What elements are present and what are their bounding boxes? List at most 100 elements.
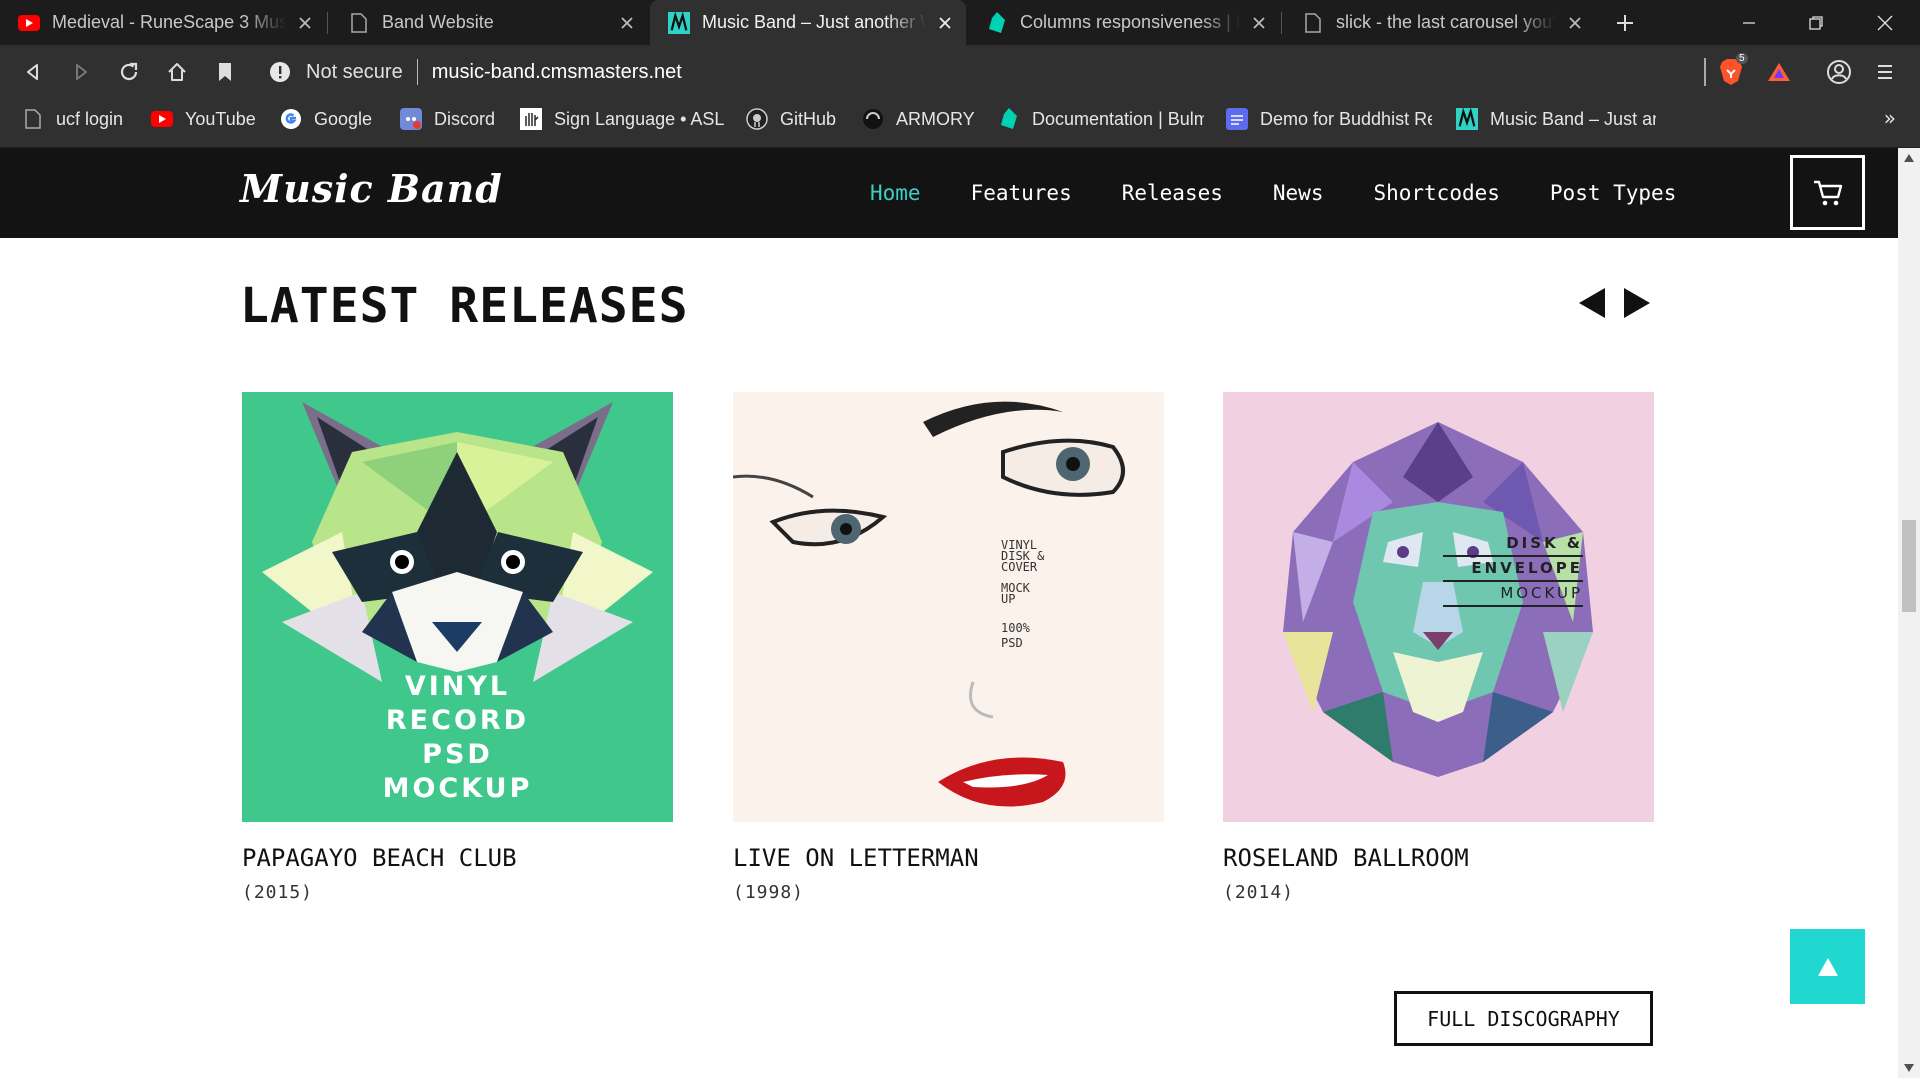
- tab-title: slick - the last carousel you'll ever ne…: [1336, 12, 1556, 32]
- browser-toolbar: Not secure music-band.cmsmasters.net 5: [0, 45, 1920, 98]
- full-discography-button[interactable]: FULL DISCOGRAPHY: [1394, 991, 1653, 1046]
- bookmark-button[interactable]: [208, 55, 242, 89]
- tab-medieval-runescape[interactable]: Medieval - RuneScape 3 Music: [0, 0, 326, 45]
- nav-post-types[interactable]: Post Types: [1550, 181, 1676, 205]
- release-title[interactable]: ROSELAND BALLROOM: [1223, 844, 1654, 872]
- face-illustration: [733, 401, 1125, 807]
- bookmark-label: Music Band – Just another: [1490, 108, 1656, 129]
- bookmarks-overflow-button[interactable]: »: [1884, 106, 1896, 130]
- youtube-icon: [18, 12, 40, 34]
- scroll-up-arrow-icon[interactable]: [1903, 152, 1915, 164]
- bookmark-demo-buddhist[interactable]: Demo for Buddhist Retreat: [1226, 98, 1432, 140]
- close-icon[interactable]: [1248, 12, 1270, 34]
- nav-features[interactable]: Features: [971, 181, 1072, 205]
- bulma-icon: [986, 11, 1008, 34]
- close-icon[interactable]: [934, 12, 956, 34]
- tab-slick-carousel[interactable]: slick - the last carousel you'll ever ne…: [1284, 0, 1596, 45]
- url-text[interactable]: music-band.cmsmasters.net: [432, 61, 682, 84]
- album-cover-text: VINYL RECORD PSD MOCKUP: [242, 670, 673, 806]
- cart-button[interactable]: [1790, 155, 1865, 230]
- address-bar[interactable]: Not secure music-band.cmsmasters.net: [254, 52, 1684, 92]
- release-card[interactable]: VINYL DISK & COVER MOCK UP 100% PSD LIVE…: [733, 392, 1164, 903]
- tab-columns-responsiveness[interactable]: Columns responsiveness | Bulma: [968, 0, 1280, 45]
- profile-icon: [1827, 60, 1851, 84]
- brave-rewards-button[interactable]: [1762, 55, 1796, 89]
- browser-tab-bar: Medieval - RuneScape 3 Music Band Websit…: [0, 0, 1920, 45]
- new-tab-button[interactable]: [1610, 8, 1640, 38]
- album-cover-line: COVER: [1001, 560, 1038, 574]
- close-icon[interactable]: [1564, 12, 1586, 34]
- bookmark-github[interactable]: GitHub: [746, 98, 836, 140]
- nav-shortcodes[interactable]: Shortcodes: [1373, 181, 1499, 205]
- extension-badge: 5: [1736, 53, 1748, 64]
- release-card[interactable]: DISK & ENVELOPE MOCKUP ROSELAND BALLROOM…: [1223, 392, 1654, 903]
- reload-button[interactable]: [112, 55, 146, 89]
- album-cover-face[interactable]: VINYL DISK & COVER MOCK UP 100% PSD: [733, 392, 1164, 822]
- security-label[interactable]: Not secure: [306, 61, 403, 84]
- profile-button[interactable]: [1822, 55, 1856, 89]
- nav-news[interactable]: News: [1273, 181, 1324, 205]
- bookmark-armory[interactable]: ARMORY: [862, 98, 975, 140]
- release-year: (1998): [733, 882, 805, 903]
- close-icon[interactable]: [294, 12, 316, 34]
- release-title[interactable]: LIVE ON LETTERMAN: [733, 844, 1164, 872]
- album-cover-line: ENVELOPE: [1443, 557, 1583, 582]
- bookmark-ucf-login[interactable]: ucf login: [22, 98, 123, 140]
- close-window-button[interactable]: [1852, 0, 1918, 45]
- album-cover-text: DISK & ENVELOPE MOCKUP: [1443, 532, 1583, 607]
- toolbar-divider: [1704, 58, 1706, 86]
- bookmark-label: ucf login: [56, 108, 124, 129]
- bookmark-label: Demo for Buddhist Retreat: [1260, 108, 1432, 129]
- minimize-button[interactable]: [1716, 0, 1782, 45]
- tab-title: Columns responsiveness | Bulma: [1020, 12, 1240, 32]
- back-to-top-button[interactable]: [1790, 929, 1865, 1004]
- home-button[interactable]: [160, 55, 194, 89]
- album-cover-line: MOCKUP: [1443, 582, 1583, 607]
- album-cover-lion[interactable]: DISK & ENVELOPE MOCKUP: [1223, 392, 1654, 822]
- close-icon[interactable]: [616, 12, 638, 34]
- restore-button[interactable]: [1783, 0, 1849, 45]
- release-year: (2015): [242, 882, 314, 903]
- arrow-up-icon: [1817, 957, 1838, 976]
- bookmark-discord[interactable]: Discord: [400, 98, 495, 140]
- release-year: (2014): [1223, 882, 1295, 903]
- album-cover-line: MOCKUP: [382, 773, 533, 804]
- release-card[interactable]: VINYL RECORD PSD MOCKUP PAPAGAYO BEACH C…: [242, 392, 673, 903]
- album-cover-line: VINYL: [404, 671, 511, 702]
- bookmark-sign-language[interactable]: Sign Language • ASL: [520, 98, 724, 140]
- bookmark-bulma-docs[interactable]: Documentation | Bulma: [998, 98, 1204, 140]
- tab-band-website[interactable]: Band Website: [330, 0, 648, 45]
- reload-icon: [120, 62, 138, 81]
- nav-releases[interactable]: Releases: [1122, 181, 1223, 205]
- bookmark-youtube[interactable]: YouTube: [151, 98, 256, 140]
- scroll-down-arrow-icon[interactable]: [1903, 1062, 1915, 1074]
- bookmark-label: Sign Language • ASL: [554, 108, 725, 129]
- youtube-icon: [151, 108, 173, 130]
- scrollbar-thumb[interactable]: [1902, 520, 1916, 612]
- back-icon: [27, 64, 38, 80]
- menu-button[interactable]: [1868, 55, 1902, 89]
- minimize-icon: [1743, 21, 1755, 24]
- nav-home[interactable]: Home: [870, 181, 921, 205]
- warning-icon[interactable]: [268, 60, 292, 84]
- album-cover-line: 100%: [1001, 621, 1030, 635]
- bookmark-music-band[interactable]: Music Band – Just another: [1456, 98, 1656, 140]
- carousel-next-arrow-icon[interactable]: [1622, 286, 1652, 320]
- release-title[interactable]: PAPAGAYO BEACH CLUB: [242, 844, 673, 872]
- bookmark-google[interactable]: Google: [280, 98, 372, 140]
- page-scrollbar[interactable]: [1898, 148, 1920, 1078]
- asl-hand-icon: [520, 108, 542, 130]
- forward-button[interactable]: [64, 55, 98, 89]
- page-icon: [22, 108, 44, 130]
- site-logo[interactable]: Music Band: [240, 166, 503, 211]
- tab-music-band[interactable]: Music Band – Just another WordPress site: [650, 0, 966, 45]
- bookmark-label: GitHub: [780, 108, 837, 129]
- album-cover-raccoon[interactable]: VINYL RECORD PSD MOCKUP: [242, 392, 673, 822]
- back-button[interactable]: [16, 55, 50, 89]
- discord-icon: [400, 108, 422, 130]
- brave-shields-button[interactable]: 5: [1714, 53, 1748, 89]
- music-band-icon: [1456, 107, 1478, 130]
- tab-title: Band Website: [382, 12, 494, 32]
- bookmark-label: Documentation | Bulma: [1032, 108, 1204, 129]
- carousel-prev-arrow-icon[interactable]: [1577, 286, 1607, 320]
